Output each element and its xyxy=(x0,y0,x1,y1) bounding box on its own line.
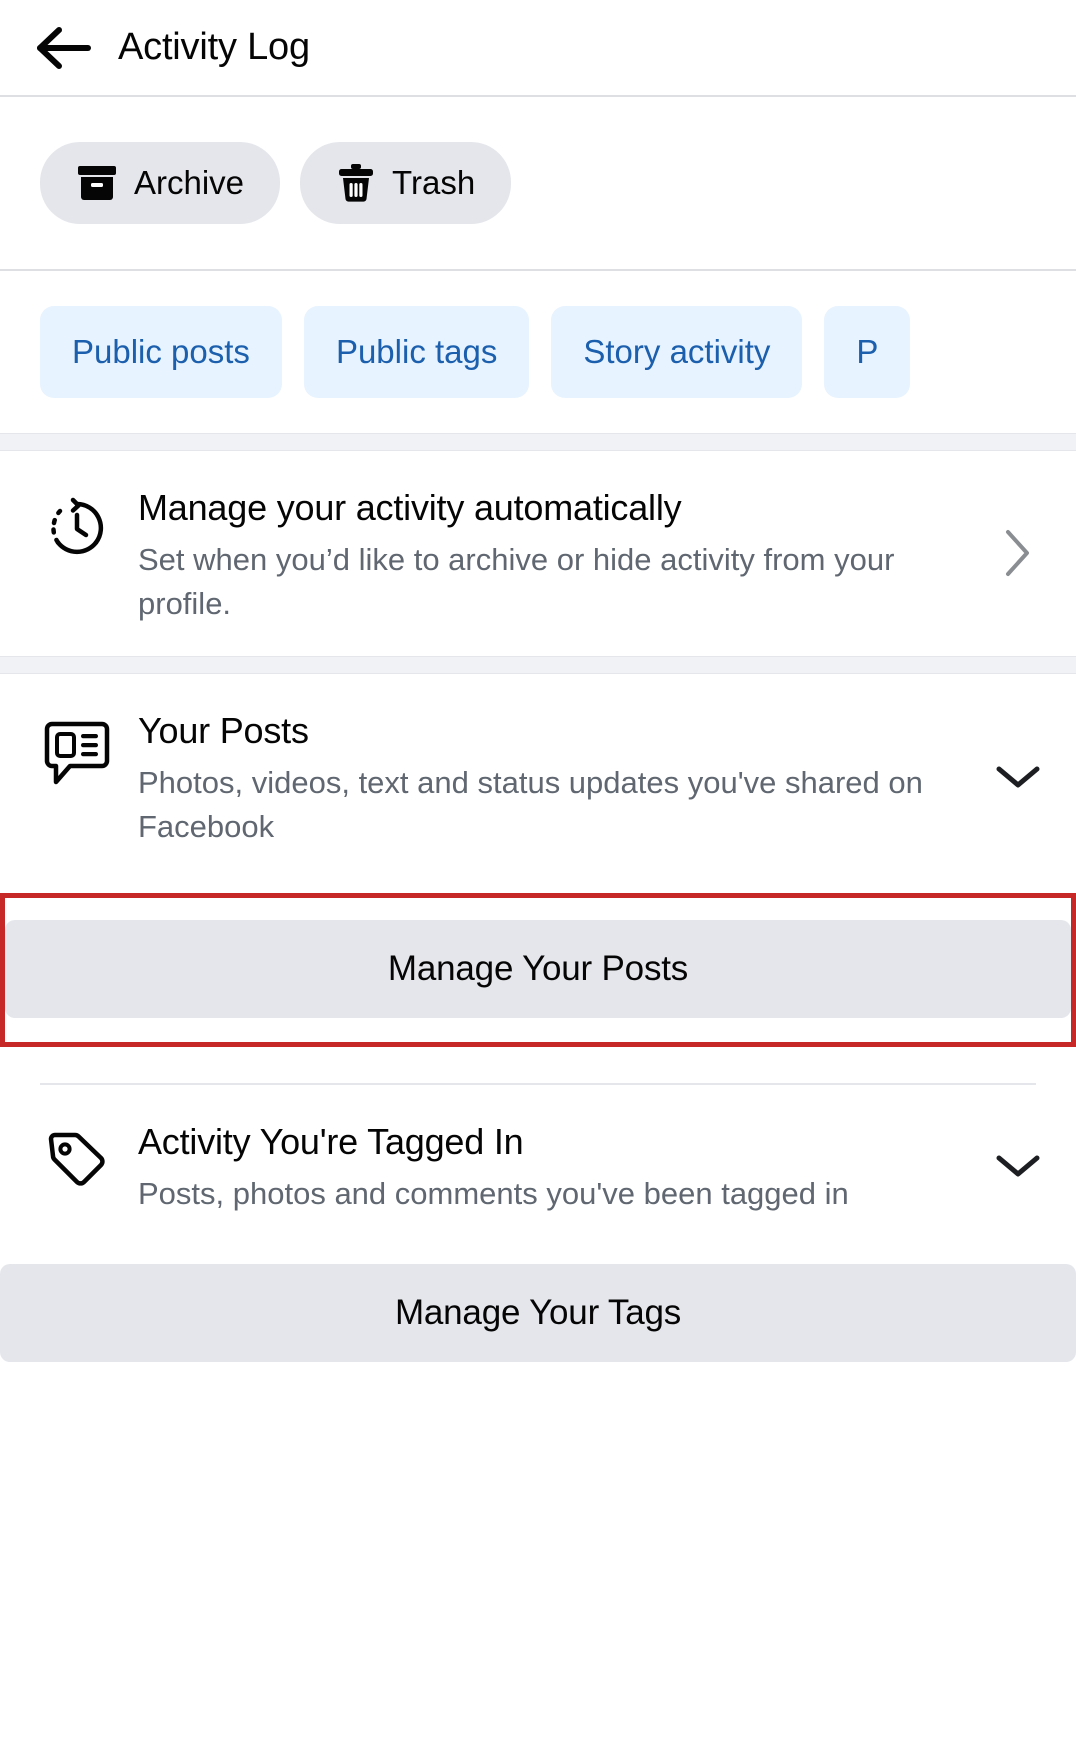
manage-your-posts-button[interactable]: Manage Your Posts xyxy=(5,920,1071,1019)
your-posts-text: Your Posts Photos, videos, text and stat… xyxy=(114,708,990,849)
your-posts-subtitle: Photos, videos, text and status updates … xyxy=(138,765,923,845)
back-button[interactable] xyxy=(34,17,96,79)
tagged-in-title: Activity You're Tagged In xyxy=(138,1121,524,1163)
chevron-right-icon xyxy=(1003,527,1033,584)
manage-your-posts-label: Manage Your Posts xyxy=(387,949,689,989)
chevron-down-icon xyxy=(994,761,1042,796)
clock-history-icon xyxy=(40,485,114,561)
arrow-left-icon xyxy=(36,25,94,71)
manage-your-tags-wrap: Manage Your Tags xyxy=(0,1246,1076,1363)
manage-your-tags-label: Manage Your Tags xyxy=(394,1293,682,1333)
chip-label: Public posts xyxy=(72,333,250,370)
tagged-in-subtitle: Posts, photos and comments you've been t… xyxy=(138,1176,849,1212)
page-header: Activity Log xyxy=(0,0,1076,97)
activity-log-screen: Activity Log Archive Trash Public posts … xyxy=(0,0,1076,1748)
chip-label: Public tags xyxy=(335,333,498,370)
trash-button[interactable]: Trash xyxy=(300,142,512,224)
trash-can-icon xyxy=(336,162,376,204)
trash-button-label: Trash xyxy=(392,164,476,201)
your-posts-chevron[interactable] xyxy=(990,761,1046,796)
filter-chips-row[interactable]: Public posts Public tags Story activity … xyxy=(0,271,1076,433)
section-separator-band xyxy=(0,433,1076,451)
chip-label: P xyxy=(856,333,879,370)
chip-public-posts[interactable]: Public posts xyxy=(40,306,282,398)
your-posts-row[interactable]: Your Posts Photos, videos, text and stat… xyxy=(0,674,1076,880)
auto-manage-title: Manage your activity automatically xyxy=(138,487,682,528)
section-separator-band-2 xyxy=(0,656,1076,675)
manage-your-tags-button[interactable]: Manage Your Tags xyxy=(0,1264,1076,1363)
post-bubble-icon xyxy=(40,708,114,786)
page-bottom-fill xyxy=(0,1362,1076,1748)
auto-manage-subtitle: Set when you’d like to archive or hide a… xyxy=(138,542,895,622)
chip-story-activity[interactable]: Story activity xyxy=(551,306,803,398)
archive-button[interactable]: Archive xyxy=(40,142,281,224)
tagged-in-chevron[interactable] xyxy=(990,1150,1046,1185)
page-title: Activity Log xyxy=(118,26,310,68)
auto-manage-chevron[interactable] xyxy=(990,527,1046,584)
archive-trash-toolbar: Archive Trash xyxy=(0,97,1076,271)
tagged-in-row[interactable]: Activity You're Tagged In Posts, photos … xyxy=(0,1085,1076,1247)
chip-label: Story activity xyxy=(583,333,771,370)
auto-manage-text: Manage your activity automatically Set w… xyxy=(114,485,990,626)
chip-partial-next[interactable]: P xyxy=(824,306,911,398)
archive-button-label: Archive xyxy=(134,164,245,201)
chip-public-tags[interactable]: Public tags xyxy=(303,306,530,398)
tag-icon xyxy=(40,1119,114,1195)
chevron-down-icon xyxy=(994,1150,1042,1185)
auto-manage-row[interactable]: Manage your activity automatically Set w… xyxy=(0,451,1076,657)
manage-your-posts-highlight: Manage Your Posts xyxy=(0,893,1076,1048)
tagged-in-text: Activity You're Tagged In Posts, photos … xyxy=(114,1119,990,1216)
archive-box-icon xyxy=(76,163,118,203)
your-posts-title: Your Posts xyxy=(138,710,309,752)
